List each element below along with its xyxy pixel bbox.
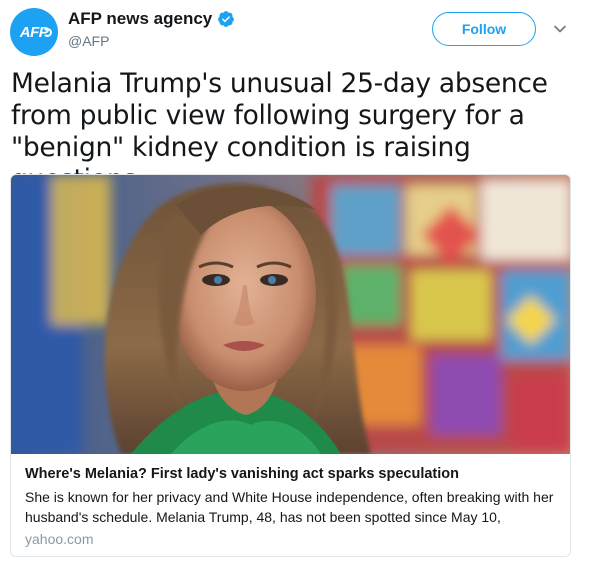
link-card[interactable]: Where's Melania? First lady's vanishing … — [10, 174, 571, 557]
article-photo — [11, 175, 570, 454]
card-description: She is known for her privacy and White H… — [25, 489, 554, 525]
logo-mark — [43, 28, 52, 37]
card-body[interactable]: Where's Melania? First lady's vanishing … — [11, 454, 570, 556]
handle[interactable]: @AFP — [68, 33, 109, 49]
display-name[interactable]: AFP news agency — [68, 9, 212, 29]
chevron-down-icon[interactable] — [553, 22, 567, 36]
card-domain: yahoo.com — [25, 531, 94, 547]
card-image[interactable] — [11, 175, 570, 454]
avatar[interactable]: AFP — [10, 8, 58, 56]
card-title[interactable]: Where's Melania? First lady's vanishing … — [25, 464, 558, 484]
verified-badge-icon — [218, 11, 235, 27]
follow-button[interactable]: Follow — [432, 12, 536, 46]
tweet-header: AFP AFP news agency @AFP Follow — [0, 0, 593, 62]
name-row: AFP news agency — [68, 9, 235, 29]
